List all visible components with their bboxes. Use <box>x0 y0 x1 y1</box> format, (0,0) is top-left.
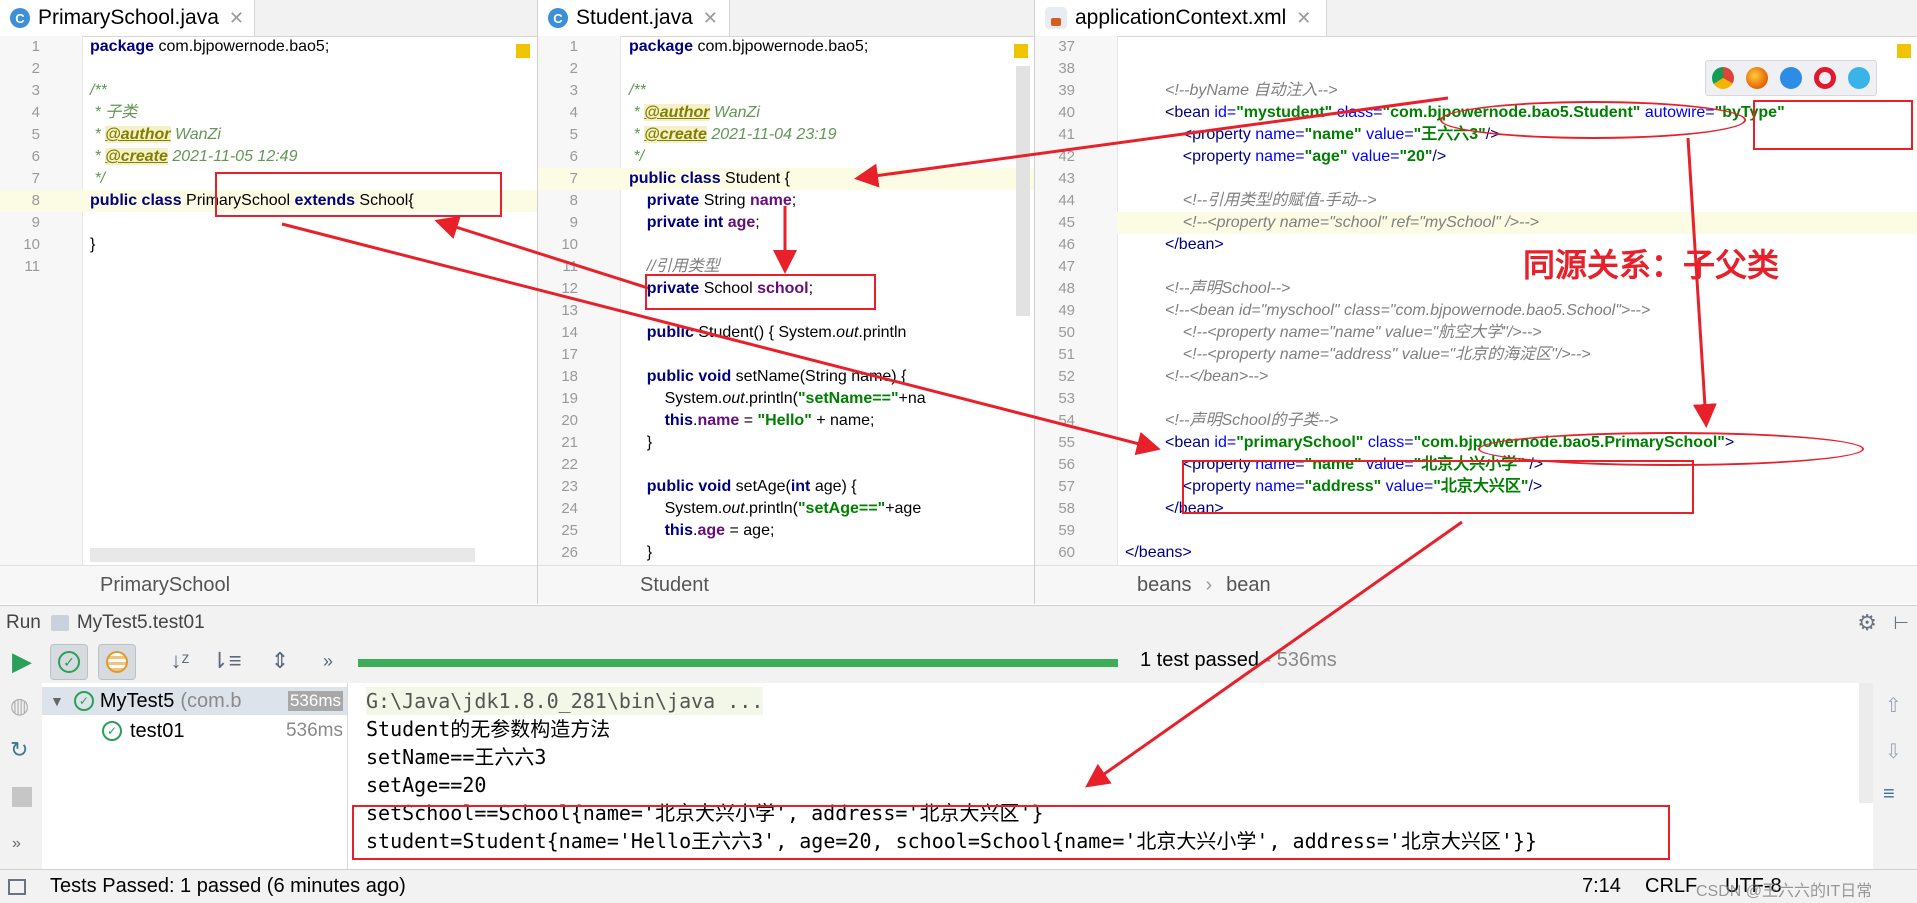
arrow-school-field-to-primaryschool <box>434 216 649 290</box>
arrow-class-to-student <box>854 96 1449 188</box>
arrow-properties-to-console <box>1085 520 1463 788</box>
arrow-primaryschool-to-bean <box>281 222 1161 456</box>
annotation-arrows <box>281 96 1717 788</box>
arrow-student-to-primaryschool-bean <box>1686 137 1717 428</box>
